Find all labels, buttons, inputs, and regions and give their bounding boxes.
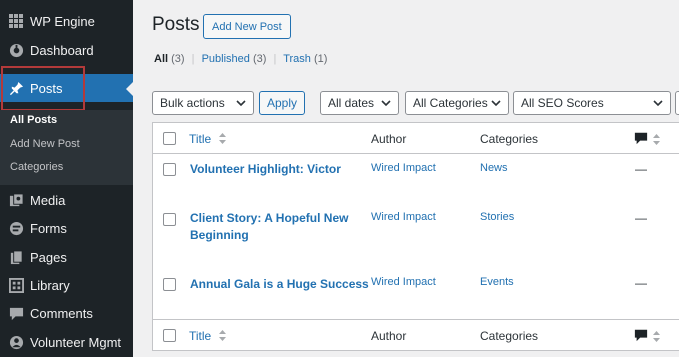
post-category-link[interactable]: Events: [480, 276, 514, 288]
column-header-categories: Categories: [480, 132, 539, 146]
sidebar-item-label: Dashboard: [30, 42, 94, 58]
seo-scores-filter-value: All SEO Scores: [521, 96, 604, 110]
chevron-down-icon: [491, 96, 501, 110]
sidebar-item-label: Volunteer Mgmt: [30, 334, 122, 350]
dashboard-icon: [8, 42, 24, 58]
filter-separator: |: [191, 53, 195, 65]
comment-icon[interactable]: [634, 328, 648, 347]
column-title-label: Title: [189, 132, 212, 146]
filter-published-link[interactable]: Published: [202, 53, 250, 65]
column-title-label: Title: [189, 329, 212, 343]
comment-count: —: [635, 162, 647, 176]
dates-filter-select[interactable]: All dates: [320, 91, 399, 115]
table-row: Volunteer Highlight: Victor Wired Impact…: [153, 154, 679, 209]
posts-submenu: All Posts Add New Post Categories: [0, 110, 133, 185]
table-footer: Title Author Categories: [153, 319, 679, 350]
bulk-actions-value: Bulk actions: [160, 96, 225, 110]
active-indicator-arrow: [126, 81, 134, 97]
submenu-item-add-new-post[interactable]: Add New Post: [10, 138, 80, 150]
status-filter-links: All (3) | Published (3) | Trash (1): [154, 53, 327, 65]
post-author-link[interactable]: Wired Impact: [371, 276, 436, 288]
sidebar-item-label: Library: [30, 277, 70, 293]
sort-icon: [218, 329, 226, 344]
sidebar-item-forms[interactable]: Forms: [0, 214, 133, 242]
sidebar-item-comments[interactable]: Comments: [0, 299, 133, 327]
row-checkbox[interactable]: [163, 278, 176, 291]
submenu-item-categories[interactable]: Categories: [10, 161, 63, 173]
pages-icon: [8, 249, 24, 265]
bulk-actions-select[interactable]: Bulk actions: [152, 91, 254, 115]
post-title-link[interactable]: Client Story: A Hopeful New Beginning: [190, 210, 355, 244]
sidebar-item-volunteer-mgmt[interactable]: Volunteer Mgmt: [0, 328, 133, 356]
row-checkbox[interactable]: [163, 213, 176, 226]
column-header-title[interactable]: Title: [189, 132, 226, 147]
grid-icon: [8, 13, 24, 29]
filter-trash-link[interactable]: Trash: [283, 53, 311, 65]
sidebar-item-library[interactable]: Library: [0, 271, 133, 299]
column-footer-title[interactable]: Title: [189, 329, 226, 344]
table-header: Title Author Categories: [153, 123, 679, 154]
categories-filter-value: All Categories: [413, 96, 488, 110]
extra-filter-select[interactable]: [675, 91, 679, 115]
filter-published-count: (3): [252, 53, 267, 65]
sidebar-item-media[interactable]: Media: [0, 186, 133, 214]
post-author-link[interactable]: Wired Impact: [371, 162, 436, 174]
select-all-checkbox[interactable]: [163, 132, 176, 145]
filter-trash-count: (1): [313, 53, 328, 65]
sidebar-item-label: Posts: [30, 80, 63, 96]
select-all-checkbox[interactable]: [163, 329, 176, 342]
table-row: Client Story: A Hopeful New Beginning Wi…: [153, 209, 679, 264]
sidebar-item-label: Media: [30, 192, 66, 208]
table-row: Annual Gala is a Huge Success Wired Impa…: [153, 264, 679, 319]
post-title-link[interactable]: Volunteer Highlight: Victor: [190, 161, 355, 178]
column-header-author: Author: [371, 132, 407, 146]
comment-icon[interactable]: [634, 131, 648, 150]
sidebar-item-label: Forms: [30, 220, 67, 236]
sidebar-item-label: WP Engine: [30, 13, 95, 29]
column-footer-author: Author: [371, 329, 407, 343]
post-author-link[interactable]: Wired Impact: [371, 211, 436, 223]
sidebar-item-label: Comments: [30, 305, 93, 321]
people-icon: [8, 334, 24, 350]
filter-separator: |: [273, 53, 277, 65]
row-checkbox[interactable]: [163, 163, 176, 176]
column-footer-categories: Categories: [480, 329, 539, 343]
chevron-down-icon: [236, 96, 246, 110]
sidebar-item-pages[interactable]: Pages: [0, 243, 133, 271]
chevron-down-icon: [381, 96, 391, 110]
seo-scores-filter-select[interactable]: All SEO Scores: [513, 91, 671, 115]
sidebar-item-dashboard[interactable]: Dashboard: [0, 36, 133, 64]
chevron-down-icon: [653, 96, 663, 110]
post-title-link[interactable]: Annual Gala is a Huge Success: [190, 276, 390, 293]
filter-all-link[interactable]: All: [154, 53, 168, 65]
media-icon: [8, 192, 24, 208]
comment-icon: [8, 305, 24, 321]
library-icon: [8, 277, 24, 293]
categories-filter-select[interactable]: All Categories: [405, 91, 509, 115]
sort-icon: [218, 132, 226, 147]
forms-icon: [8, 220, 24, 236]
submenu-item-all-posts[interactable]: All Posts: [10, 114, 57, 126]
post-category-link[interactable]: Stories: [480, 211, 514, 223]
sidebar-item-wp-engine[interactable]: WP Engine: [0, 7, 133, 35]
admin-sidebar: WP Engine Dashboard Posts All Posts Add …: [0, 0, 134, 357]
pin-icon: [8, 80, 24, 96]
posts-table: Title Author Categories Volunteer Highli…: [152, 122, 679, 351]
sort-icon[interactable]: [653, 329, 660, 347]
sidebar-item-posts[interactable]: Posts: [0, 74, 133, 102]
apply-button[interactable]: Apply: [259, 91, 305, 115]
filter-all-label: All: [154, 53, 169, 65]
add-new-post-button[interactable]: Add New Post: [203, 14, 291, 39]
sidebar-item-label: Pages: [30, 249, 67, 265]
comment-count: —: [635, 211, 647, 225]
sort-icon[interactable]: [653, 132, 660, 150]
page-title: Posts: [152, 14, 200, 35]
dates-filter-value: All dates: [328, 96, 375, 110]
filter-published-label: Published: [201, 53, 250, 65]
comment-count: —: [635, 276, 647, 290]
filter-trash-label: Trash: [283, 53, 311, 65]
filter-all-count: (3): [171, 53, 185, 65]
post-category-link[interactable]: News: [480, 162, 508, 174]
